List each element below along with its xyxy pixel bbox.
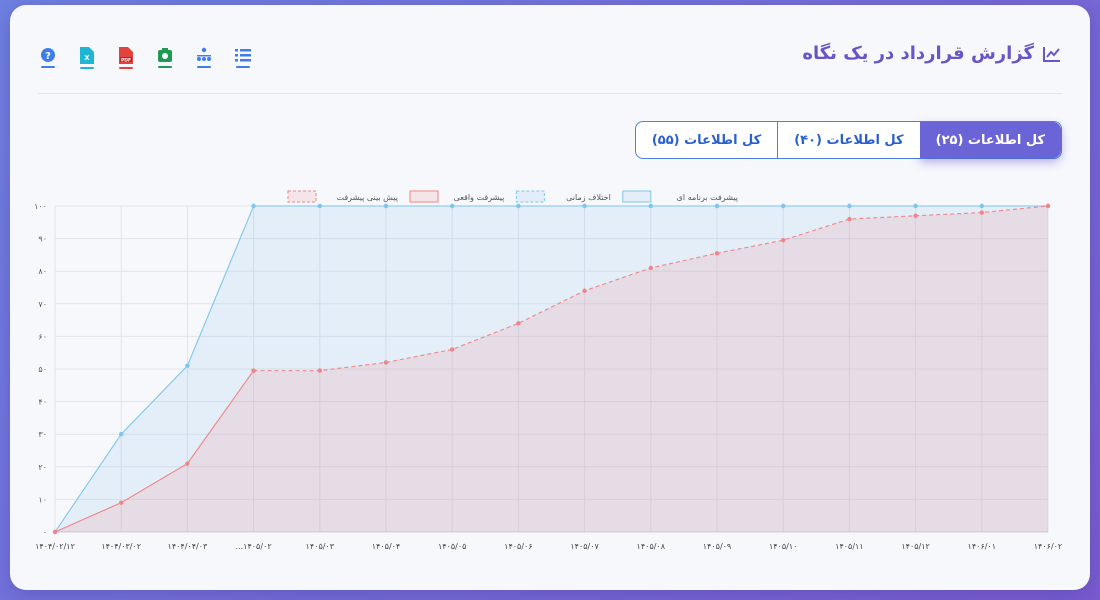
- x-tick-label: ۱۴۰۵/۱۰: [769, 542, 797, 551]
- x-tick-label: ۱۴۰۵/۰۸: [637, 542, 666, 551]
- y-tick-label: ۸۰: [38, 267, 47, 276]
- series-point-1[interactable]: [648, 203, 653, 209]
- legend-swatch[interactable]: [515, 190, 545, 203]
- x-tick-label: ۱۴۰۵/۰۷: [570, 542, 599, 551]
- y-tick-label: ۳۰: [38, 430, 47, 439]
- y-tick-label: ۱۰: [38, 495, 47, 504]
- y-tick-label: ۴۰: [38, 398, 47, 407]
- x-tick-label: ۱۴۰۴/۰۲/۱۲: [35, 542, 75, 551]
- y-tick-label: ۹۰: [38, 235, 47, 244]
- x-tick-label: ۱۴۰۵/۱۲: [901, 542, 929, 551]
- legend-swatch[interactable]: [622, 190, 652, 203]
- x-tick-label: ۱۴۰۴/۰۳/۰۲: [101, 542, 141, 551]
- series-point-1[interactable]: [450, 203, 455, 209]
- series-point-1[interactable]: [383, 203, 389, 209]
- series-point-3[interactable]: [450, 347, 455, 352]
- x-tick-label: ۱۴۰۵/۱۱: [835, 542, 863, 551]
- series-point-1[interactable]: [781, 203, 786, 209]
- report-card: گزارش قرارداد در یک نگاه ? X PDF کل اطلا…: [10, 5, 1090, 590]
- series-point-3[interactable]: [383, 360, 389, 365]
- x-tick-label: ۱۴۰۶/۰۲: [1034, 542, 1062, 551]
- series-point-3[interactable]: [582, 288, 587, 293]
- series-point-1[interactable]: [979, 203, 984, 209]
- x-tick-label: ...۱۴۰۵/۰۲: [236, 542, 272, 551]
- legend-label: پیشرفت برنامه ای: [677, 193, 738, 202]
- series-point-2[interactable]: [185, 461, 190, 466]
- x-tick-label: ۱۴۰۶/۰۱: [968, 542, 996, 551]
- series-point-3[interactable]: [714, 251, 720, 256]
- y-tick-label: ۷۰: [38, 300, 47, 309]
- series-point-3[interactable]: [913, 213, 918, 218]
- legend-label: پیش بینی پیشرفت: [336, 193, 398, 202]
- series-point-3[interactable]: [317, 368, 322, 373]
- legend-label: اختلاف زمانی: [566, 193, 611, 202]
- series-point-1[interactable]: [317, 203, 322, 209]
- series-point-1[interactable]: [582, 203, 587, 209]
- series-point-3[interactable]: [979, 210, 984, 215]
- series-point-3[interactable]: [781, 238, 786, 243]
- series-point-1[interactable]: [714, 203, 720, 209]
- series-point-0[interactable]: [185, 363, 190, 368]
- series-point-3[interactable]: [251, 368, 256, 373]
- legend-swatch[interactable]: [287, 190, 317, 203]
- series-point-2[interactable]: [119, 500, 124, 505]
- progress-chart: ۰ ۱۰ ۲۰ ۳۰ ۴۰ ۵۰ ۶۰ ۷۰ ۸۰ ۹۰ ۱۰۰ ۱۴۰۴/۰۲/۱۲ ۱۴۰۴/۰۳/…: [34, 190, 1062, 551]
- series-point-3[interactable]: [648, 265, 653, 271]
- series-point-3[interactable]: [1045, 203, 1051, 209]
- y-tick-label: ۲۰: [38, 463, 47, 472]
- y-tick-label: ۰: [43, 528, 47, 537]
- series-point-3[interactable]: [516, 321, 521, 326]
- x-tick-label: ۱۴۰۵/۰۶: [504, 542, 532, 551]
- series-point-0[interactable]: [119, 432, 124, 437]
- series-point-1[interactable]: [516, 203, 521, 209]
- y-tick-label: ۱۰۰: [34, 202, 47, 211]
- series-point-3[interactable]: [847, 216, 852, 222]
- y-tick-label: ۵۰: [38, 365, 47, 374]
- y-tick-label: ۶۰: [38, 332, 47, 341]
- series-point-2[interactable]: [52, 529, 58, 535]
- x-tick-label: ۱۴۰۴/۰۴/۰۳: [168, 542, 208, 551]
- x-tick-label: ۱۴۰۵/۰۵: [438, 542, 466, 551]
- series-point-1[interactable]: [251, 203, 256, 209]
- x-tick-label: ۱۴۰۵/۰۴: [372, 542, 400, 551]
- series-point-1[interactable]: [847, 203, 852, 209]
- x-tick-label: ۱۴۰۵/۰۳: [306, 542, 335, 551]
- legend-swatch[interactable]: [409, 190, 439, 203]
- series-point-1[interactable]: [913, 203, 918, 209]
- legend-label: پیشرفت واقعی: [454, 193, 505, 202]
- x-tick-label: ۱۴۰۵/۰۹: [703, 542, 731, 551]
